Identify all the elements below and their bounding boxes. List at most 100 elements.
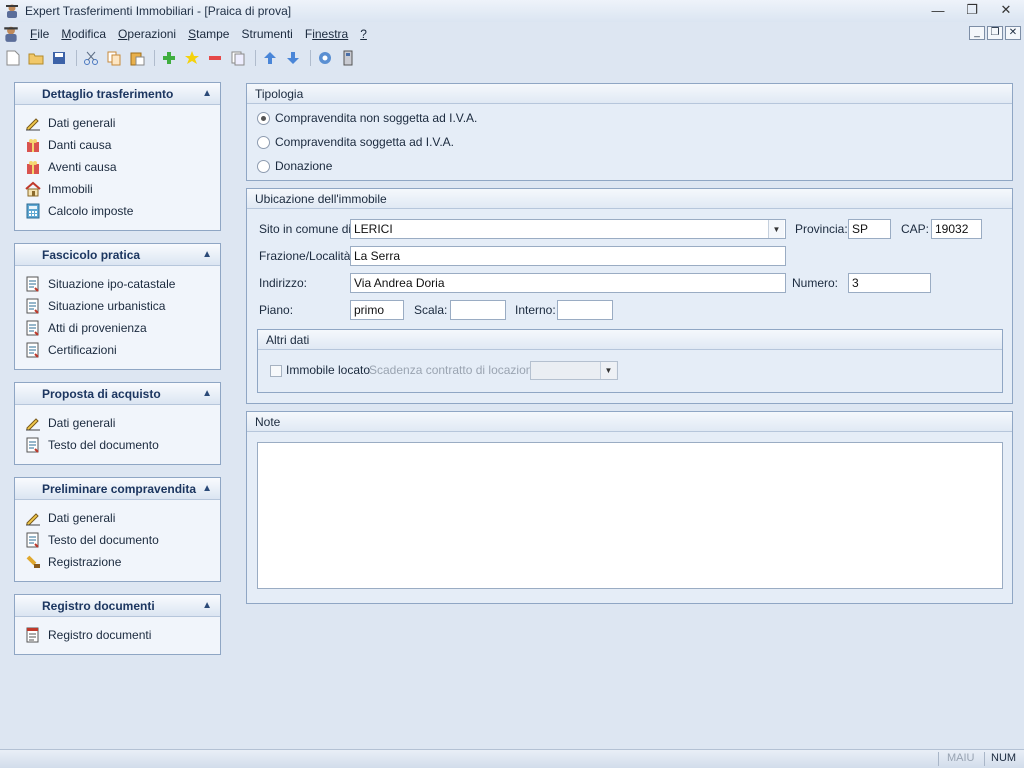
- sidebar-item-registro-documenti[interactable]: Registro documenti: [15, 624, 220, 646]
- chevron-down-icon[interactable]: ▼: [768, 220, 784, 238]
- scala-label: Scala:: [414, 303, 448, 317]
- document-icon: [25, 342, 41, 358]
- status-bar: MAIU NUM: [0, 749, 1024, 768]
- sidebar-item-aventi-causa[interactable]: Aventi causa: [15, 156, 220, 178]
- restore-button[interactable]: ❐: [960, 2, 984, 18]
- chevron-up-icon[interactable]: ▲: [202, 388, 212, 399]
- duplicate-icon[interactable]: [228, 48, 248, 68]
- chevron-up-icon[interactable]: ▲: [202, 249, 212, 260]
- arrow-up-icon[interactable]: [260, 48, 280, 68]
- group-altri-dati: Altri dati Immobile locato Scadenza cont…: [257, 329, 1003, 393]
- sidebar-item-atti-di-provenienza[interactable]: Atti di provenienza: [15, 317, 220, 339]
- radio-button[interactable]: [257, 159, 270, 173]
- child-minimize-button[interactable]: _: [969, 26, 985, 40]
- cut-icon[interactable]: [81, 48, 101, 68]
- numero-field[interactable]: 3: [848, 273, 931, 293]
- menu-bar: File Modifica Operazioni Stampe Strument…: [0, 23, 1024, 45]
- document-icon: [25, 276, 41, 292]
- menu-file[interactable]: File: [24, 27, 55, 41]
- child-restore-button[interactable]: ❐: [987, 26, 1003, 40]
- radio-donazione[interactable]: Donazione: [257, 159, 332, 173]
- sidebar-item-dati-generali[interactable]: Dati generali: [15, 507, 220, 529]
- document-icon: [25, 437, 41, 453]
- chevron-up-icon[interactable]: ▲: [202, 600, 212, 611]
- sidebar-item-certificazioni[interactable]: Certificazioni: [15, 339, 220, 361]
- frazione-field[interactable]: La Serra: [350, 246, 786, 266]
- sidebar-item-registrazione[interactable]: Registrazione: [15, 551, 220, 573]
- chevron-up-icon[interactable]: ▲: [202, 483, 212, 494]
- close-button[interactable]: ✕: [994, 2, 1018, 18]
- sidebar-item-dati-generali[interactable]: Dati generali: [15, 112, 220, 134]
- chevron-up-icon[interactable]: ▲: [202, 88, 212, 99]
- sidebar-item-testo-del-documento[interactable]: Testo del documento: [15, 529, 220, 551]
- menu-strumenti[interactable]: Strumenti: [235, 27, 298, 41]
- gift-icon: [25, 159, 41, 175]
- frazione-label: Frazione/Località:: [259, 249, 354, 263]
- arrow-down-icon[interactable]: [283, 48, 303, 68]
- copy-icon[interactable]: [104, 48, 124, 68]
- info-icon[interactable]: [338, 48, 358, 68]
- panel-header[interactable]: Registro documenti ▲: [15, 595, 220, 617]
- save-icon[interactable]: [49, 48, 69, 68]
- piano-label: Piano:: [259, 303, 294, 317]
- sidebar-item-situazione-urbanistica[interactable]: Situazione urbanistica: [15, 295, 220, 317]
- help-icon[interactable]: [315, 48, 335, 68]
- house-icon: [25, 181, 41, 197]
- minimize-button[interactable]: —: [926, 2, 950, 18]
- sidebar-item-testo-del-documento[interactable]: Testo del documento: [15, 434, 220, 456]
- scala-field[interactable]: [450, 300, 506, 320]
- panel-header[interactable]: Preliminare compravendita ▲: [15, 478, 220, 500]
- cap-field[interactable]: 19032: [931, 219, 982, 239]
- radio-non-soggetta-iva[interactable]: Compravendita non soggetta ad I.V.A.: [257, 111, 477, 125]
- menu-modifica[interactable]: Modifica: [55, 27, 112, 41]
- group-note: Note: [246, 411, 1013, 604]
- sidebar-item-calcolo-imposte[interactable]: Calcolo imposte: [15, 200, 220, 222]
- panel-header[interactable]: Fascicolo pratica ▲: [15, 244, 220, 266]
- toolbar: [0, 46, 1024, 70]
- radio-button[interactable]: [257, 111, 270, 125]
- panel-preliminare-compravendita: Preliminare compravendita ▲ Dati generali…: [14, 477, 221, 582]
- panel-proposta-di-acquisto: Proposta di acquisto ▲ Dati generali Test…: [14, 382, 221, 465]
- pen-icon: [25, 510, 41, 526]
- new-icon[interactable]: [3, 48, 23, 68]
- scadenza-label: Scadenza contratto di locazione:: [369, 363, 543, 377]
- sidebar-item-situazione-ipo-catastale[interactable]: Situazione ipo-catastale: [15, 273, 220, 295]
- note-textarea[interactable]: [257, 442, 1003, 589]
- chevron-down-icon[interactable]: ▼: [600, 362, 616, 379]
- sidebar-item-immobili[interactable]: Immobili: [15, 178, 220, 200]
- group-title: Tipologia: [247, 84, 1012, 104]
- menu-help[interactable]: ?: [354, 27, 373, 41]
- gift-icon: [25, 137, 41, 153]
- title-bar: Expert Trasferimenti Immobiliari - [Prai…: [0, 0, 1024, 22]
- piano-field[interactable]: primo: [350, 300, 404, 320]
- menu-finestra[interactable]: Finestra: [299, 27, 354, 41]
- cap-label: CAP:: [901, 222, 930, 236]
- panel-header[interactable]: Dettaglio trasferimento ▲: [15, 83, 220, 105]
- radio-button[interactable]: [257, 135, 270, 149]
- numero-label: Numero:: [792, 276, 839, 290]
- interno-field[interactable]: [557, 300, 613, 320]
- group-ubicazione: Ubicazione dell'immobile Sito in comune …: [246, 188, 1013, 404]
- menu-stampe[interactable]: Stampe: [182, 27, 235, 41]
- comune-select[interactable]: LERICI: [350, 219, 786, 239]
- open-icon[interactable]: [26, 48, 46, 68]
- stamp-icon: [25, 554, 41, 570]
- sidebar-item-dati-generali[interactable]: Dati generali: [15, 412, 220, 434]
- radio-soggetta-iva[interactable]: Compravendita soggetta ad I.V.A.: [257, 135, 454, 149]
- app-icon: [6, 4, 18, 18]
- window-title: Expert Trasferimenti Immobiliari - [Prai…: [25, 4, 292, 18]
- paste-icon[interactable]: [127, 48, 147, 68]
- star-icon[interactable]: [182, 48, 202, 68]
- menu-operazioni[interactable]: Operazioni: [112, 27, 182, 41]
- sidebar-item-danti-causa[interactable]: Danti causa: [15, 134, 220, 156]
- panel-header[interactable]: Proposta di acquisto ▲: [15, 383, 220, 405]
- add-icon[interactable]: [159, 48, 179, 68]
- document-icon: [25, 532, 41, 548]
- indirizzo-field[interactable]: Via Andrea Doria: [350, 273, 786, 293]
- immobile-locato-checkbox[interactable]: [270, 365, 282, 377]
- document-app-icon[interactable]: [2, 25, 20, 43]
- child-close-button[interactable]: ✕: [1005, 26, 1021, 40]
- provincia-field[interactable]: SP: [848, 219, 891, 239]
- immobile-locato-label: Immobile locato: [286, 363, 371, 377]
- remove-icon[interactable]: [205, 48, 225, 68]
